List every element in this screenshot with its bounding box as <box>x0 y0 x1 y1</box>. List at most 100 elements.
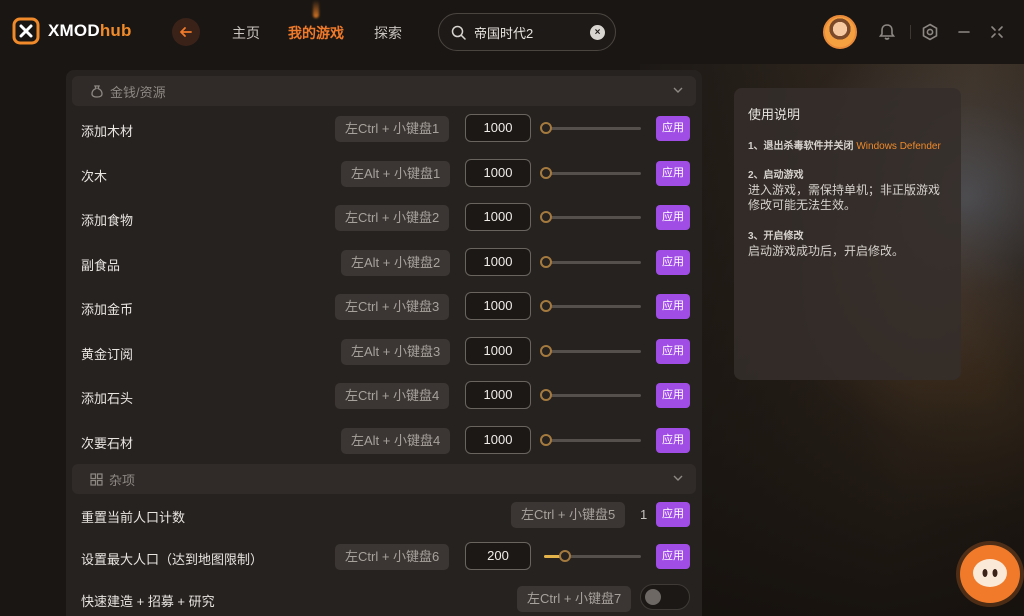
xmod-logo-icon <box>12 17 40 45</box>
user-avatar[interactable] <box>823 15 857 49</box>
slider-handle[interactable] <box>540 300 552 312</box>
slider-handle[interactable] <box>540 122 552 134</box>
apply-button[interactable]: 应用 <box>656 205 690 230</box>
cheat-row: 设置最大人口（达到地图限制） 左Ctrl + 小键盘6 200 应用 <box>66 537 702 577</box>
cheat-row: 重置当前人口计数 左Ctrl + 小键盘5 1 应用 <box>66 495 702 535</box>
back-button[interactable] <box>172 18 200 46</box>
cheat-row: 添加石头 左Ctrl + 小键盘4 1000 应用 <box>66 376 702 416</box>
value-input[interactable]: 1000 <box>465 426 531 454</box>
search-icon <box>451 25 466 40</box>
value-input[interactable]: 1000 <box>465 114 531 142</box>
apply-button[interactable]: 应用 <box>656 294 690 319</box>
apply-button[interactable]: 应用 <box>656 502 690 527</box>
hotkey-badge[interactable]: 左Ctrl + 小键盘6 <box>335 544 450 570</box>
slider-handle[interactable] <box>540 345 552 357</box>
apply-button[interactable]: 应用 <box>656 339 690 364</box>
value-slider[interactable] <box>540 122 641 134</box>
hotkey-badge[interactable]: 左Ctrl + 小键盘1 <box>335 116 450 142</box>
nav-my-games[interactable]: 我的游戏 <box>288 23 344 43</box>
brand-name: XMODhub <box>48 21 132 40</box>
value-slider[interactable] <box>540 434 641 446</box>
section-title: 杂项 <box>109 472 136 488</box>
hotkey-badge[interactable]: 左Alt + 小键盘1 <box>341 161 451 187</box>
apply-button[interactable]: 应用 <box>656 544 690 569</box>
cheat-label: 添加金币 <box>81 302 134 317</box>
apply-button[interactable]: 应用 <box>656 161 690 186</box>
hotkey-badge[interactable]: 左Ctrl + 小键盘4 <box>335 383 450 409</box>
value-slider[interactable] <box>540 389 641 401</box>
divider <box>910 25 911 39</box>
apply-button[interactable]: 应用 <box>656 116 690 141</box>
hotkey-badge[interactable]: 左Ctrl + 小键盘3 <box>335 294 450 320</box>
value-input[interactable]: 1000 <box>465 292 531 320</box>
value-input[interactable]: 1000 <box>465 203 531 231</box>
slider-handle[interactable] <box>559 550 572 562</box>
hotkey-badge[interactable]: 左Ctrl + 小键盘7 <box>517 586 632 612</box>
value-input[interactable]: 1000 <box>465 248 531 276</box>
chevron-down-icon <box>673 87 683 93</box>
clear-search-icon[interactable]: × <box>590 25 605 40</box>
step-3-heading: 3、开启修改 <box>748 231 804 242</box>
settings-icon[interactable] <box>921 23 939 41</box>
hotkey-badge[interactable]: 左Alt + 小键盘4 <box>341 428 451 454</box>
slider-handle[interactable] <box>540 256 552 268</box>
app-logo[interactable]: XMODhub <box>12 17 132 45</box>
cheat-label: 设置最大人口（达到地图限制） <box>81 552 264 567</box>
search-input[interactable]: 帝国时代2 <box>474 23 533 42</box>
value-input[interactable]: 1000 <box>465 381 531 409</box>
assistant-mascot-button[interactable] <box>960 545 1020 603</box>
hotkey-badge[interactable]: 左Ctrl + 小键盘5 <box>511 502 626 528</box>
cheat-row: 添加金币 左Ctrl + 小键盘3 1000 应用 <box>66 287 702 327</box>
cheat-label: 重置当前人口计数 <box>81 510 186 525</box>
nav-explore[interactable]: 探索 <box>374 23 402 43</box>
apply-button[interactable]: 应用 <box>656 250 690 275</box>
value-slider[interactable] <box>540 256 641 268</box>
close-icon[interactable] <box>988 23 1006 41</box>
hotkey-badge[interactable]: 左Ctrl + 小键盘2 <box>335 205 450 231</box>
section-header-misc[interactable]: 杂项 <box>72 464 696 494</box>
cheat-row: 次木 左Alt + 小键盘1 1000 应用 <box>66 154 702 194</box>
minimize-icon[interactable] <box>955 23 973 41</box>
apply-button[interactable]: 应用 <box>656 383 690 408</box>
cheat-row: 添加木材 左Ctrl + 小键盘1 1000 应用 <box>66 109 702 149</box>
slider-handle[interactable] <box>540 434 552 446</box>
windows-defender-link[interactable]: Windows Defender <box>856 141 940 152</box>
hotkey-badge[interactable]: 左Alt + 小键盘2 <box>341 250 451 276</box>
value-input[interactable]: 200 <box>465 542 531 570</box>
current-value: 1 <box>640 507 648 522</box>
section-title: 金钱/资源 <box>110 84 166 100</box>
cheat-row: 快速建造 + 招募 + 研究 左Ctrl + 小键盘7 <box>66 579 702 616</box>
search-box[interactable]: 帝国时代2 × <box>438 13 616 51</box>
value-input[interactable]: 1000 <box>465 159 531 187</box>
hotkey-badge[interactable]: 左Alt + 小键盘3 <box>341 339 451 365</box>
feature-toggle[interactable] <box>640 584 690 610</box>
value-slider[interactable] <box>540 345 641 357</box>
apply-button[interactable]: 应用 <box>656 428 690 453</box>
instructions-card: 使用说明 1、退出杀毒软件并关闭 Windows Defender 2、启动游戏… <box>734 88 961 380</box>
value-slider[interactable] <box>540 300 641 312</box>
chevron-down-icon <box>673 475 683 481</box>
mascot-face-icon <box>973 559 1007 587</box>
value-slider[interactable] <box>540 211 641 223</box>
toggle-knob <box>645 589 661 605</box>
notification-icon[interactable] <box>878 23 896 41</box>
step-2-body: 进入游戏，需保持单机；非正版游戏修改可能无法生效。 <box>748 183 941 212</box>
slider-handle[interactable] <box>540 389 552 401</box>
cheat-row: 黄金订阅 左Alt + 小键盘3 1000 应用 <box>66 332 702 372</box>
cheat-label: 快速建造 + 招募 + 研究 <box>81 594 215 609</box>
cheat-row: 副食品 左Alt + 小键盘2 1000 应用 <box>66 243 702 283</box>
step-1-heading: 1、退出杀毒软件并关闭 Windows Defender <box>748 141 941 152</box>
value-slider[interactable] <box>544 550 641 562</box>
section-header-resources[interactable]: 金钱/资源 <box>72 76 696 106</box>
slider-handle[interactable] <box>540 211 552 223</box>
slider-handle[interactable] <box>540 167 552 179</box>
arrow-left-icon <box>180 27 192 37</box>
value-input[interactable]: 1000 <box>465 337 531 365</box>
cheat-label: 添加木材 <box>81 124 134 139</box>
value-slider[interactable] <box>540 167 641 179</box>
nav-home[interactable]: 主页 <box>232 23 260 43</box>
cheat-label: 黄金订阅 <box>81 347 134 362</box>
cheat-label: 副食品 <box>81 258 121 273</box>
cheat-label: 次要石材 <box>81 436 134 451</box>
top-bar: XMODhub 主页 我的游戏 探索 帝国时代2 × <box>0 0 1024 64</box>
